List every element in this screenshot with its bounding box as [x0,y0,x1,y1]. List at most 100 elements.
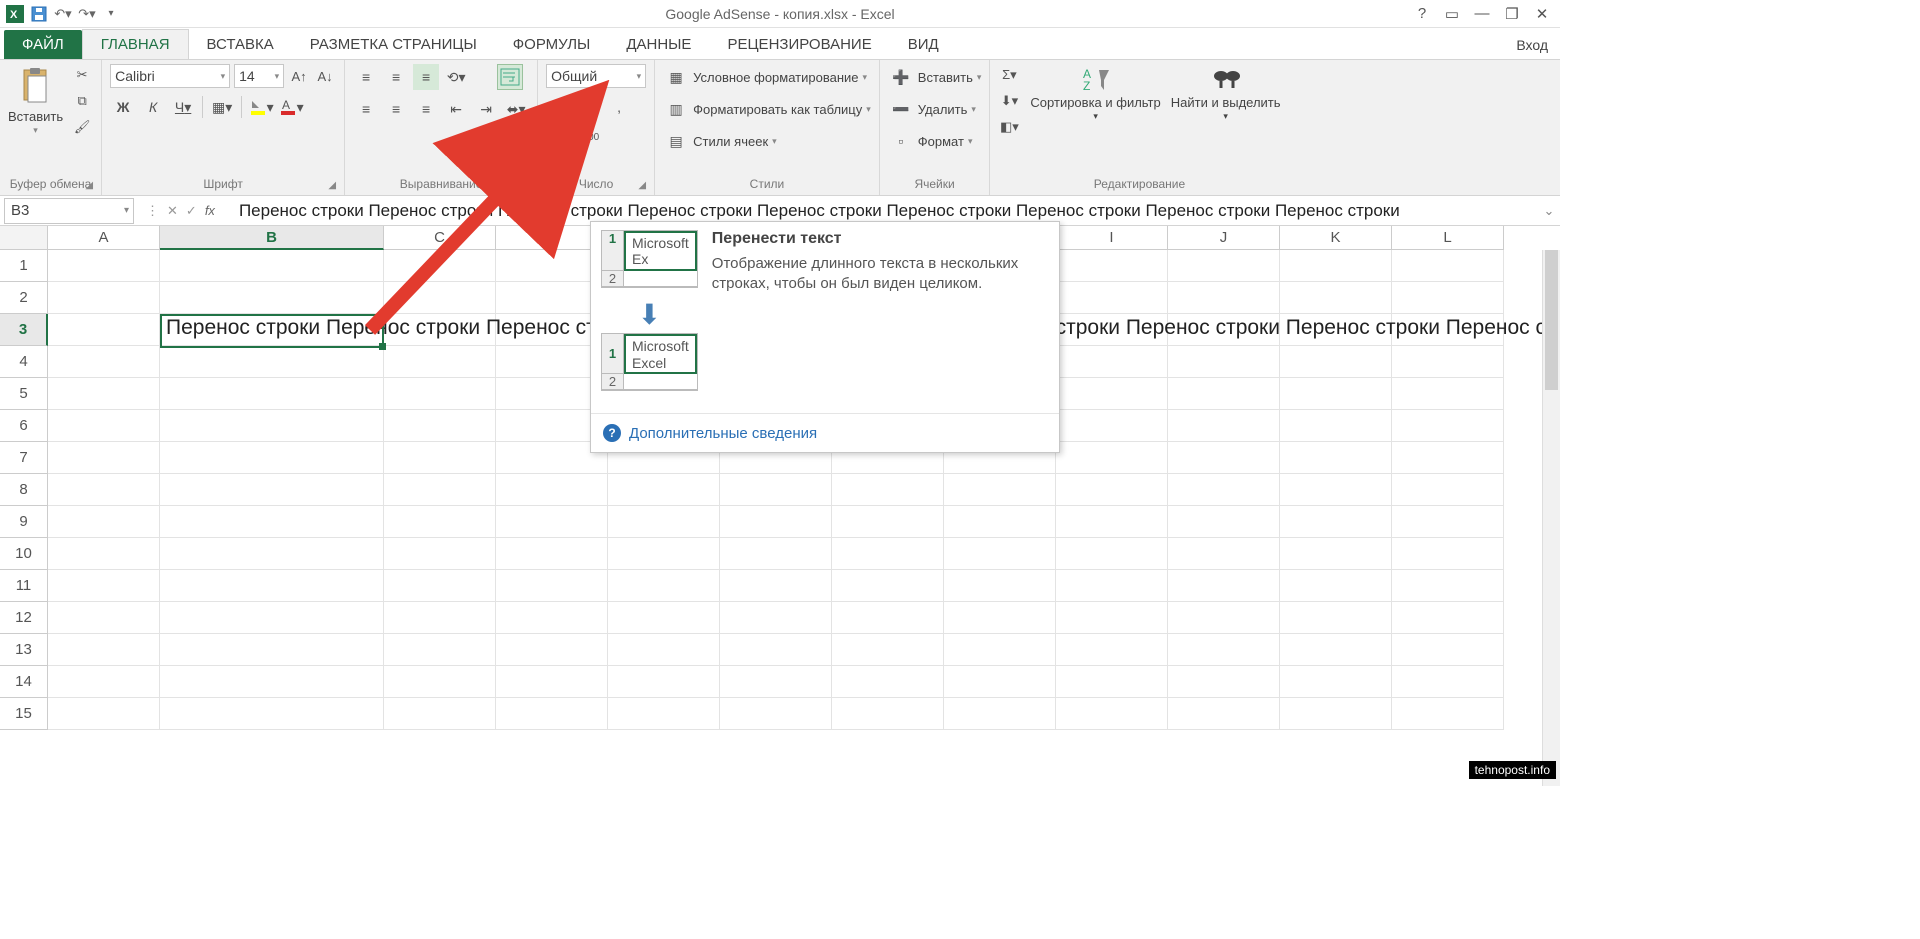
col-header[interactable]: J [1168,226,1280,250]
tab-file[interactable]: ФАЙЛ [4,30,82,59]
tab-layout[interactable]: РАЗМЕТКА СТРАНИЦЫ [292,30,495,59]
row-header[interactable]: 3 [0,314,48,346]
row-header[interactable]: 2 [0,282,48,314]
tab-review[interactable]: РЕЦЕНЗИРОВАНИЕ [709,30,889,59]
group-styles: ▦Условное форматирование▾ ▥Форматировать… [655,60,880,195]
accounting-icon[interactable]: ☼▾ [546,94,572,120]
font-size-combo[interactable]: 14▾ [234,64,284,88]
increase-font-icon[interactable]: A↑ [288,65,310,87]
number-launcher-icon[interactable]: ◢ [638,180,646,191]
close-icon[interactable]: ✕ [1530,5,1554,23]
save-icon[interactable] [28,3,50,25]
align-top-icon[interactable]: ≡ [353,64,379,90]
undo-icon[interactable]: ↶▾ [52,3,74,25]
cancel-icon[interactable]: ✕ [167,203,178,219]
tab-formulas[interactable]: ФОРМУЛЫ [495,30,609,59]
align-right-icon[interactable]: ≡ [413,96,439,122]
underline-button[interactable]: Ч▾ [170,94,196,120]
autosum-icon[interactable]: Σ▾ [998,64,1020,86]
font-color-icon[interactable]: A▾ [278,94,304,120]
align-bottom-icon[interactable]: ≡ [413,64,439,90]
row-header[interactable]: 9 [0,506,48,538]
bold-button[interactable]: Ж [110,94,136,120]
clipboard-launcher-icon[interactable]: ◢ [85,180,93,191]
comma-icon[interactable]: , [606,94,632,120]
align-middle-icon[interactable]: ≡ [383,64,409,90]
ribbon-options-icon[interactable]: ▭ [1440,5,1464,23]
formula-buttons: ⋮ ✕ ✓ fx [138,203,231,219]
name-box[interactable]: B3▾ [4,198,134,224]
col-header[interactable]: I [1056,226,1168,250]
select-all-corner[interactable] [0,226,48,250]
borders-icon[interactable]: ▦▾ [209,94,235,120]
help-icon[interactable]: ? [1410,5,1434,23]
col-header[interactable]: A [48,226,160,250]
merge-center-icon[interactable]: ⬌▾ [503,96,529,122]
percent-icon[interactable]: % [576,94,602,120]
row-header[interactable]: 7 [0,442,48,474]
redo-icon[interactable]: ↷▾ [76,3,98,25]
col-header[interactable]: C [384,226,496,250]
wrap-text-button[interactable] [497,64,523,90]
row-header[interactable]: 14 [0,666,48,698]
row-header[interactable]: 10 [0,538,48,570]
sign-in[interactable]: Вход [1504,31,1560,59]
enter-icon[interactable]: ✓ [186,203,197,219]
tab-insert[interactable]: ВСТАВКА [189,30,292,59]
align-launcher-icon[interactable]: ◢ [521,180,529,191]
align-left-icon[interactable]: ≡ [353,96,379,122]
formula-bar[interactable]: Перенос строки Перенос строки Перенос ст… [231,201,1538,221]
font-name-combo[interactable]: Calibri▾ [110,64,230,88]
tab-data[interactable]: ДАННЫЕ [608,30,709,59]
fx-icon[interactable]: fx [205,203,223,218]
paste-button[interactable]: Вставить ▾ [8,66,63,136]
col-header[interactable]: B [160,226,384,250]
insert-cells-button[interactable]: ➕Вставить▾ [888,64,982,90]
restore-icon[interactable]: ❐ [1500,5,1524,23]
cell-styles-button[interactable]: ▤Стили ячеек▾ [663,128,871,154]
format-as-table-button[interactable]: ▥Форматировать как таблицу▾ [663,96,871,122]
decrease-indent-icon[interactable]: ⇤ [443,96,469,122]
increase-decimal-icon[interactable]: .00→.0 [546,126,568,148]
formula-expand-icon[interactable]: ⋮ [146,203,159,219]
tooltip-more-link[interactable]: ? Дополнительные сведения [591,413,1059,452]
italic-button[interactable]: К [140,94,166,120]
clear-icon[interactable]: ◧▾ [998,116,1020,138]
orientation-icon[interactable]: ⟲▾ [443,64,469,90]
align-center-icon[interactable]: ≡ [383,96,409,122]
fill-color-icon[interactable]: ▾ [248,94,274,120]
tab-view[interactable]: ВИД [890,30,957,59]
conditional-formatting-button[interactable]: ▦Условное форматирование▾ [663,64,871,90]
tooltip-illustration: 1Microsoft Ex 2 ⬇ 1MicrosoftExcel 2 [601,230,698,401]
col-header[interactable]: K [1280,226,1392,250]
decrease-decimal-icon[interactable]: .0→.00 [572,126,594,148]
styles-label: Стили [663,175,871,193]
row-header[interactable]: 1 [0,250,48,282]
row-header[interactable]: 15 [0,698,48,730]
delete-cells-button[interactable]: ➖Удалить▾ [888,96,982,122]
sort-filter-button[interactable]: AZ Сортировка и фильтр▾ [1030,64,1160,122]
row-header[interactable]: 5 [0,378,48,410]
fill-icon[interactable]: ⬇▾ [998,90,1020,112]
font-launcher-icon[interactable]: ◢ [328,180,336,191]
vertical-scrollbar[interactable] [1542,250,1560,786]
col-header[interactable]: L [1392,226,1504,250]
minimize-icon[interactable]: — [1470,5,1494,23]
decrease-font-icon[interactable]: A↓ [314,65,336,87]
copy-icon[interactable]: ⧉ [71,90,93,112]
row-header[interactable]: 4 [0,346,48,378]
format-cells-button[interactable]: ▫Формат▾ [888,128,982,154]
row-header[interactable]: 12 [0,602,48,634]
row-header[interactable]: 8 [0,474,48,506]
row-header[interactable]: 11 [0,570,48,602]
number-format-combo[interactable]: Общий▾ [546,64,646,88]
qat-customize-icon[interactable]: ▾ [100,3,122,25]
formula-expand-button[interactable]: ⌄ [1538,203,1560,219]
increase-indent-icon[interactable]: ⇥ [473,96,499,122]
cut-icon[interactable]: ✂ [71,64,93,86]
row-header[interactable]: 13 [0,634,48,666]
find-select-button[interactable]: Найти и выделить▾ [1171,64,1281,122]
format-painter-icon[interactable]: 🖌 [71,116,93,138]
row-header[interactable]: 6 [0,410,48,442]
tab-home[interactable]: ГЛАВНАЯ [82,29,189,59]
